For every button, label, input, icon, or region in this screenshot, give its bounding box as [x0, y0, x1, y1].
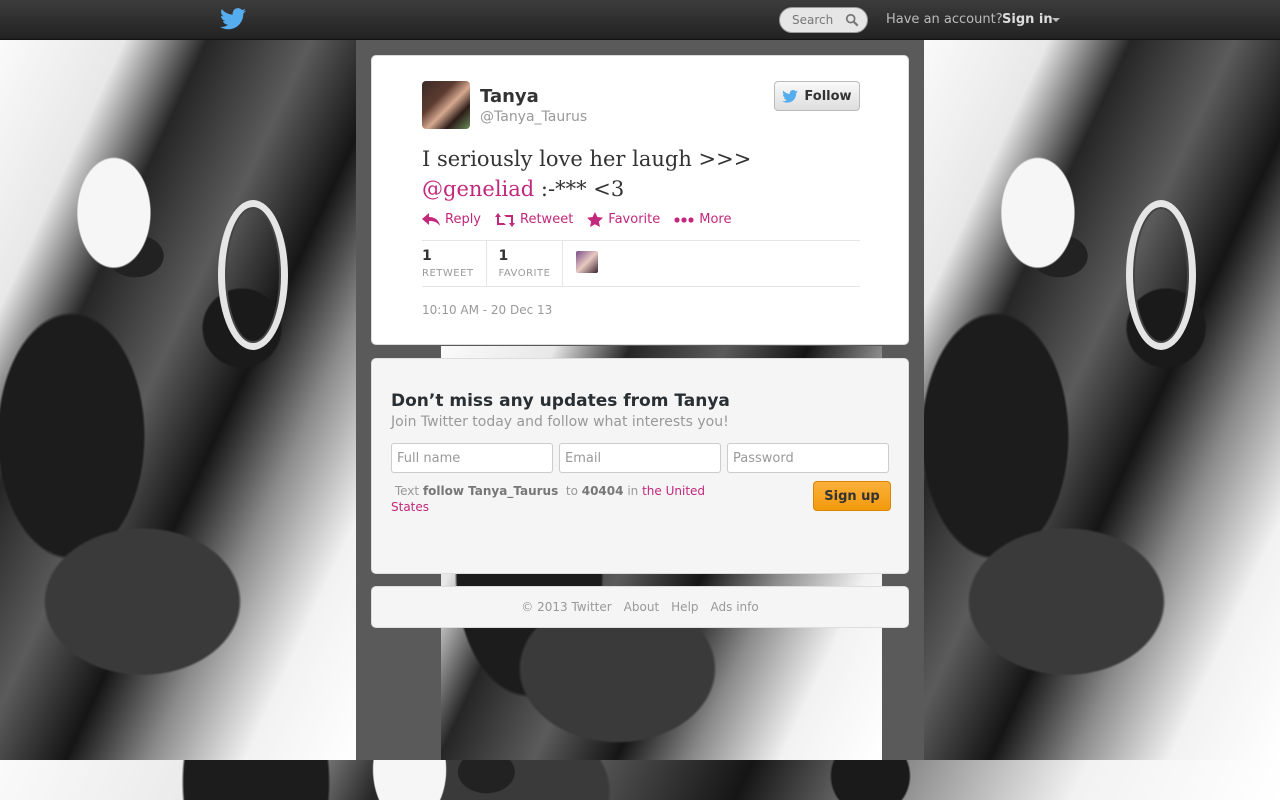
retweet-stat[interactable]: 1 RETWEET	[422, 241, 487, 286]
favorite-count: 1	[498, 248, 509, 264]
retweet-icon	[495, 212, 516, 227]
sign-up-button[interactable]: Sign up	[813, 481, 891, 511]
user-name[interactable]: Tanya	[480, 86, 539, 107]
sms-text-label: Text	[394, 484, 420, 498]
earring-hoop-right	[1126, 200, 1196, 350]
tweet-stats: 1 RETWEET 1 FAVORITE	[422, 240, 860, 287]
search-icon[interactable]	[845, 13, 859, 27]
sms-to-label: to	[565, 484, 578, 498]
footer-link-about[interactable]: About	[624, 600, 659, 614]
sms-command: follow Tanya_Taurus	[422, 484, 559, 498]
footer-link-ads-info[interactable]: Ads info	[711, 600, 759, 614]
reply-icon	[422, 212, 440, 226]
user-handle[interactable]: @Tanya_Taurus	[480, 109, 587, 125]
sign-in-link[interactable]: Sign in	[1002, 12, 1053, 27]
signup-title: Don’t miss any updates from Tanya	[391, 391, 730, 411]
earring-hoop-left	[218, 200, 288, 350]
top-navigation-bar: Search Have an account? Sign in	[0, 0, 1280, 40]
signup-subtitle: Join Twitter today and follow what inter…	[391, 414, 729, 430]
background-photo-left	[0, 40, 356, 760]
footer-link-help[interactable]: Help	[671, 600, 698, 614]
follow-button[interactable]: Follow	[774, 81, 860, 111]
retweet-action[interactable]: Retweet	[495, 212, 573, 227]
tweet-text-part: I seriously love her laugh >>>	[422, 147, 752, 171]
footer: © 2013 Twitter About Help Ads info	[371, 586, 909, 628]
sms-in-label: in	[627, 484, 639, 498]
tweet-actions: Reply Retweet Favorite More	[422, 212, 731, 227]
search-input[interactable]: Search	[779, 7, 868, 33]
full-name-field[interactable]	[391, 443, 553, 473]
more-dots-icon	[674, 216, 694, 223]
more-action[interactable]: More	[674, 212, 731, 227]
favorite-label: Favorite	[608, 212, 661, 227]
twitter-bird-icon	[782, 89, 799, 103]
favorite-stat[interactable]: 1 FAVORITE	[487, 241, 564, 286]
favorite-stat-label: FAVORITE	[498, 268, 551, 279]
tweet-card: Tanya @Tanya_Taurus Follow I seriously l…	[371, 55, 909, 345]
more-label: More	[699, 212, 732, 227]
chevron-down-icon[interactable]	[1052, 18, 1060, 22]
reply-label: Reply	[445, 212, 482, 227]
password-field[interactable]	[727, 443, 889, 473]
copyright: © 2013 Twitter	[521, 600, 612, 614]
background-photo-right	[924, 40, 1280, 760]
mention-link[interactable]: @geneliad	[422, 177, 534, 201]
retweet-count: 1	[422, 248, 432, 264]
tweet-text: I seriously love her laugh >>> @geneliad…	[422, 144, 862, 204]
retweet-stat-label: RETWEET	[422, 268, 474, 279]
favorite-action[interactable]: Favorite	[587, 212, 660, 227]
retweet-label: Retweet	[520, 212, 574, 227]
signup-panel: Don’t miss any updates from Tanya Join T…	[371, 358, 909, 574]
tweet-text-part: :-*** <3	[534, 177, 625, 201]
sms-number: 40404	[581, 484, 624, 498]
favoriter-avatar[interactable]	[576, 251, 599, 273]
email-field[interactable]	[559, 443, 721, 473]
search-placeholder: Search	[792, 13, 834, 27]
background-photo-bottom	[0, 760, 1280, 800]
reply-action[interactable]: Reply	[422, 212, 481, 227]
twitter-bird-icon[interactable]	[220, 8, 246, 30]
sms-follow-instructions: Text follow Tanya_Taurus to 40404 in the…	[391, 483, 731, 515]
follow-label: Follow	[804, 88, 852, 104]
star-icon	[587, 212, 604, 227]
avatar[interactable]	[422, 81, 470, 129]
tweet-timestamp[interactable]: 10:10 AM - 20 Dec 13	[422, 303, 552, 317]
account-prompt: Have an account?	[886, 12, 1003, 27]
